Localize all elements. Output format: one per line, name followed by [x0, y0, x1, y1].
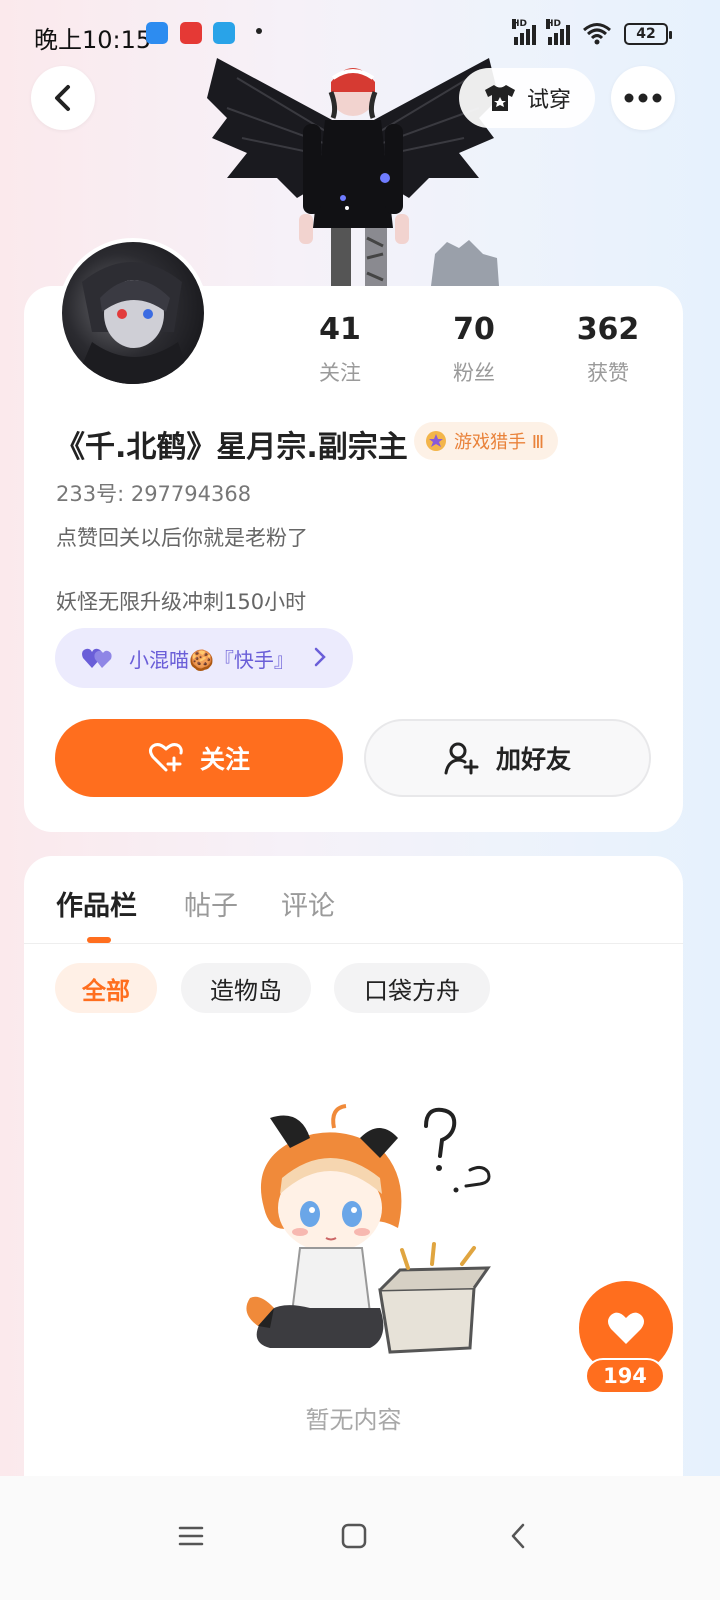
stat-likes[interactable]: 362 获赞 [548, 312, 668, 387]
cellular-signal-icon: HD [546, 19, 570, 45]
empty-state-text: 暂无内容 [305, 1406, 402, 1434]
divider [24, 943, 683, 944]
more-icon [624, 93, 662, 103]
try-on-label: 试穿 [526, 88, 571, 113]
more-notifications-dot [256, 28, 262, 34]
filter-all[interactable]: 全部 [55, 963, 157, 1013]
avatar[interactable] [58, 238, 208, 388]
tab-posts[interactable]: 帖子 [184, 884, 238, 923]
system-nav-bar [0, 1476, 720, 1600]
app-notification-icon [213, 22, 235, 44]
stat-label: 获赞 [587, 361, 629, 385]
heart-plus-icon [148, 743, 183, 772]
user-id[interactable]: 233号: 297794368 [56, 478, 251, 508]
medal-icon [426, 431, 446, 451]
stat-value: 70 [453, 312, 495, 347]
try-on-button[interactable]: 试穿 [459, 68, 595, 128]
filter-pocket-ark[interactable]: 口袋方舟 [334, 963, 490, 1013]
app-notification-icon [180, 22, 202, 44]
more-button[interactable] [611, 66, 675, 130]
guild-tag[interactable]: 小混喵🍪『快手』 [55, 628, 353, 688]
stat-value: 362 [576, 312, 640, 347]
follow-label: 关注 [199, 745, 250, 774]
hd-label: HD [546, 19, 562, 29]
level-badge[interactable]: 游戏猎手 Ⅲ [414, 422, 559, 460]
tshirt-icon [484, 85, 515, 111]
heart-icon [608, 1312, 644, 1344]
battery-icon: 42 [624, 23, 672, 45]
back-icon [55, 85, 70, 111]
wifi-icon [583, 23, 611, 45]
cellular-signal-icon: HD [512, 19, 536, 45]
square-icon [341, 1523, 367, 1549]
back-triangle-icon [511, 1523, 525, 1549]
stat-label: 粉丝 [453, 361, 495, 385]
back-nav-button[interactable] [488, 1506, 548, 1566]
stat-following[interactable]: 41 关注 [280, 312, 400, 387]
add-user-icon [444, 742, 479, 775]
app-notification-icon [146, 22, 168, 44]
back-button[interactable] [31, 66, 95, 130]
double-heart-icon [82, 648, 112, 668]
stat-value: 41 [319, 312, 361, 347]
hd-label: HD [512, 19, 528, 29]
add-friend-label: 加好友 [495, 745, 571, 774]
add-friend-button[interactable]: 加好友 [364, 719, 651, 797]
empty-state-illustration [230, 1098, 500, 1363]
recents-button[interactable] [161, 1506, 221, 1566]
tab-comments[interactable]: 评论 [281, 884, 335, 923]
menu-icon [178, 1526, 204, 1546]
bio-line: 点赞回关以后你就是老粉了 [56, 526, 308, 550]
nickname: 《千.北鹤》星月宗.副宗主 [55, 430, 408, 465]
guild-label: 小混喵🍪『快手』 [129, 647, 294, 672]
home-button[interactable] [324, 1506, 384, 1566]
status-time: 晚上10:15 [34, 26, 152, 54]
follow-button[interactable]: 关注 [55, 719, 343, 797]
bio-line: 妖怪无限升级冲刺150小时 [56, 590, 307, 614]
tab-works[interactable]: 作品栏 [56, 884, 137, 923]
stat-label: 关注 [319, 361, 361, 385]
like-count: 194 [585, 1358, 665, 1394]
badge-label: 游戏猎手 Ⅲ [454, 432, 545, 453]
filter-creation-island[interactable]: 造物岛 [181, 963, 311, 1013]
avatar-character-image [207, 58, 499, 286]
stat-followers[interactable]: 70 粉丝 [414, 312, 534, 387]
chevron-right-icon [314, 647, 326, 667]
battery-level: 42 [636, 26, 656, 42]
